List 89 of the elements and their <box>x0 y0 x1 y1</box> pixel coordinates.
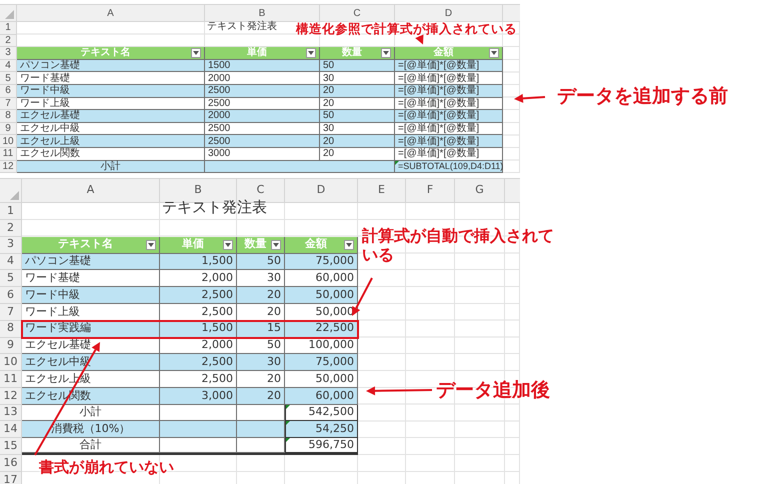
column-heading: 数量 <box>243 236 268 252</box>
annotation-text: 構造化参照で計算式が挿入されている <box>296 20 517 38</box>
row-number: 4 <box>0 60 17 72</box>
column-header[interactable]: A <box>17 5 205 22</box>
table-cell: 15 <box>237 320 285 338</box>
filter-button[interactable] <box>223 240 233 250</box>
filter-button[interactable] <box>489 48 499 58</box>
error-indicator-icon <box>395 160 399 165</box>
row-number: 14 <box>0 421 22 438</box>
row-number: 1 <box>0 22 17 35</box>
corner-triangle-icon <box>10 191 19 200</box>
caret-icon <box>193 50 199 55</box>
row-number: 7 <box>0 98 17 110</box>
row-number: 6 <box>0 84 17 98</box>
caret-icon <box>273 242 279 247</box>
caret-icon <box>491 50 497 55</box>
row-number: 17 <box>0 472 22 484</box>
annotation-text: データを追加する前 <box>557 84 728 109</box>
caret-icon <box>383 50 389 55</box>
column-heading: テキスト名 <box>57 236 114 252</box>
column-heading: 単価 <box>181 236 205 252</box>
annotation-text: データ追加後 <box>436 378 550 403</box>
filter-button[interactable] <box>146 240 156 250</box>
column-header[interactable]: A <box>22 179 160 204</box>
error-indicator-icon <box>286 438 290 442</box>
filter-button[interactable] <box>306 48 316 58</box>
row-number: 12 <box>0 388 22 405</box>
total-value: 542,500 <box>308 404 354 420</box>
error-indicator-icon <box>286 421 290 426</box>
filter-button[interactable] <box>191 48 201 58</box>
row-number: 5 <box>0 72 17 85</box>
arrow <box>366 386 432 396</box>
row-number: 2 <box>0 34 17 48</box>
total-label: 小計 <box>100 160 120 174</box>
row-number: 5 <box>0 270 22 288</box>
row-number: 12 <box>0 160 17 174</box>
row-number: 9 <box>0 338 22 354</box>
total-label: 合計 <box>80 436 102 453</box>
row-number: 4 <box>0 254 22 270</box>
row-number: 6 <box>0 287 22 304</box>
column-header[interactable]: D <box>285 179 358 204</box>
column-header[interactable]: D <box>395 5 503 22</box>
sheet-title: テキスト発注表 <box>207 20 277 34</box>
total-value: 54,250 <box>316 421 354 438</box>
filter-button[interactable] <box>344 240 354 250</box>
row-number: 16 <box>0 455 22 472</box>
row-number: 11 <box>0 371 22 388</box>
row-number: 8 <box>0 110 17 123</box>
column-heading: 数量 <box>340 46 363 60</box>
annotation-text: 書式が崩れていない <box>39 457 174 478</box>
row-number: 13 <box>0 404 22 422</box>
row-number: 2 <box>0 220 22 237</box>
column-header[interactable]: C <box>320 5 395 22</box>
table-cell: 22,500 <box>285 320 358 338</box>
caret-icon <box>225 242 231 247</box>
row-number: 7 <box>0 304 22 321</box>
arrow <box>415 34 424 44</box>
column-header[interactable]: G <box>455 179 505 204</box>
table-cell <box>237 438 285 454</box>
row-number: 9 <box>0 122 17 136</box>
table-cell: 1,500 <box>160 320 237 338</box>
row-number: 15 <box>0 438 22 456</box>
column-header[interactable]: E <box>358 179 406 204</box>
column-header[interactable]: B <box>205 5 320 22</box>
arrow <box>352 278 373 316</box>
column-heading: 金額 <box>432 46 454 60</box>
total-value: 596,750 <box>308 436 354 453</box>
column-heading: 金額 <box>304 236 328 252</box>
row-number: 3 <box>0 236 22 254</box>
filter-button[interactable] <box>271 240 281 250</box>
row-number: 10 <box>0 135 17 148</box>
caret-icon <box>308 50 314 55</box>
filter-button[interactable] <box>381 48 391 58</box>
row-number: 11 <box>0 148 17 161</box>
column-heading: 単価 <box>246 46 268 60</box>
total-label: 小計 <box>80 404 102 420</box>
row-number: 8 <box>0 320 22 338</box>
row-number: 1 <box>0 203 22 220</box>
column-heading: テキスト名 <box>80 46 132 60</box>
annotation-text: 計算式が自動で挿入されている <box>362 226 555 264</box>
table-cell: ワード実践編 <box>22 320 160 338</box>
caret-icon <box>148 242 154 247</box>
column-header[interactable]: F <box>406 179 455 204</box>
corner-triangle-icon <box>5 10 14 19</box>
row-number: 10 <box>0 354 22 372</box>
error-indicator-icon <box>286 404 290 409</box>
arrow <box>514 94 546 103</box>
caret-icon <box>346 242 352 247</box>
row-number: 3 <box>0 47 17 60</box>
